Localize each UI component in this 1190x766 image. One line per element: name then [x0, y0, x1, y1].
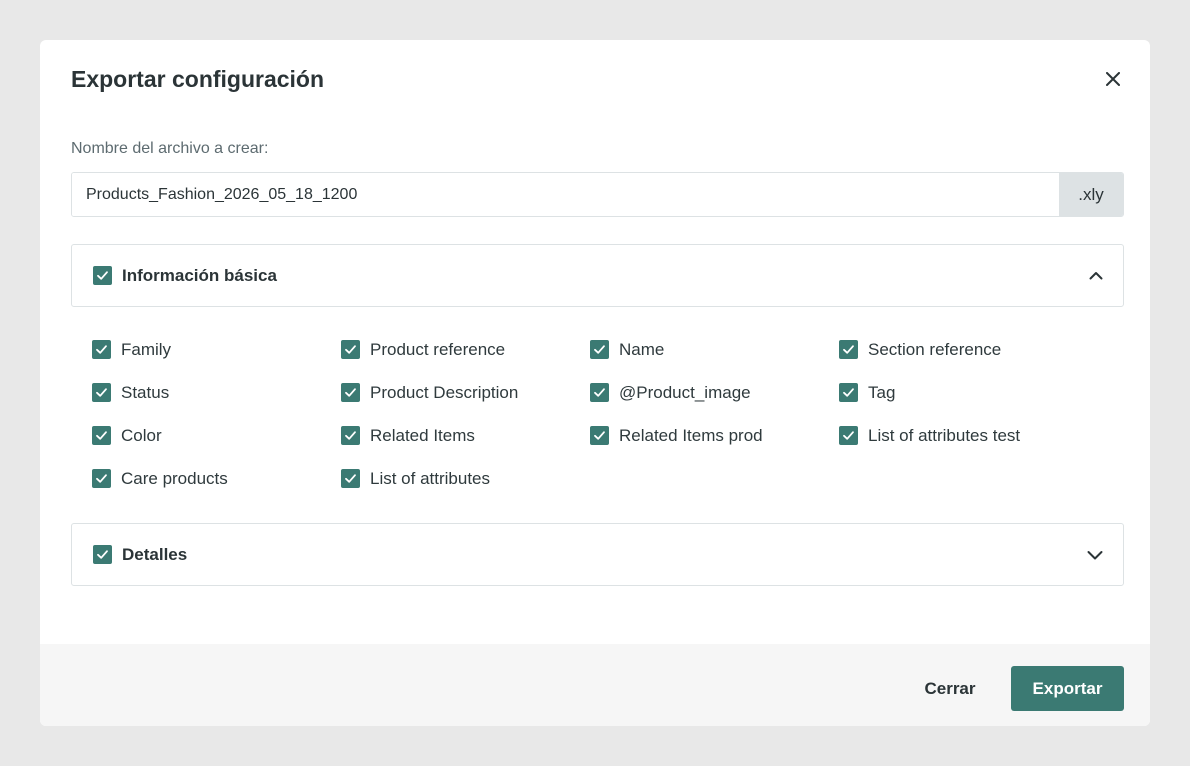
close-icon [1106, 72, 1120, 86]
field-label: @Product_image [619, 382, 751, 402]
filename-input[interactable] [72, 173, 1059, 216]
checkmark-icon [594, 431, 605, 440]
field-checkbox[interactable] [590, 340, 609, 359]
chevron-down-icon[interactable] [1087, 550, 1103, 560]
checkmark-icon [97, 550, 108, 559]
field-label: Status [121, 382, 170, 402]
section-informacion-basica-checkbox[interactable] [93, 266, 112, 285]
checkmark-icon [96, 431, 107, 440]
field-item-related-items[interactable]: Related Items [341, 426, 590, 445]
export-config-modal: Exportar configuración Nombre del archiv… [40, 40, 1150, 726]
field-item-section-reference[interactable]: Section reference [839, 340, 1088, 359]
checkmark-icon [96, 345, 107, 354]
section-informacion-basica-title: Información básica [122, 265, 277, 285]
field-checkbox[interactable] [590, 383, 609, 402]
section-informacion-basica-left: Información básica [93, 266, 277, 286]
field-checkbox[interactable] [839, 340, 858, 359]
field-label: Related Items prod [619, 425, 763, 445]
checkmark-icon [843, 431, 854, 440]
checkmark-icon [96, 474, 107, 483]
field-checkbox[interactable] [92, 383, 111, 402]
section-detalles-checkbox[interactable] [93, 545, 112, 564]
section-informacion-basica-header[interactable]: Información básica [71, 244, 1124, 307]
field-item-name[interactable]: Name [590, 340, 839, 359]
field-checkbox[interactable] [341, 426, 360, 445]
field-item-product-reference[interactable]: Product reference [341, 340, 590, 359]
field-label: List of attributes test [868, 425, 1021, 445]
checkmark-icon [345, 431, 356, 440]
checkmark-icon [345, 474, 356, 483]
field-label: Care products [121, 468, 228, 488]
close-button[interactable] [1102, 68, 1124, 90]
field-label: Section reference [868, 339, 1002, 359]
field-item-color[interactable]: Color [92, 426, 341, 445]
filename-label: Nombre del archivo a crear: [71, 140, 269, 157]
modal-title: Exportar configuración [71, 65, 325, 92]
field-checkbox[interactable] [341, 383, 360, 402]
checkmark-icon [594, 388, 605, 397]
filename-extension: .xly [1059, 173, 1123, 216]
field-checkbox[interactable] [92, 340, 111, 359]
field-label: Family [121, 339, 172, 359]
field-item-care-products[interactable]: Care products [92, 469, 341, 488]
field-item-list-of-attributes[interactable]: List of attributes [341, 469, 590, 488]
field-label: Product reference [370, 339, 506, 359]
field-checkbox[interactable] [839, 383, 858, 402]
field-item-product-image[interactable]: @Product_image [590, 383, 839, 402]
modal-header: Exportar configuración [71, 64, 1124, 94]
field-item-related-items-prod[interactable]: Related Items prod [590, 426, 839, 445]
field-label: Tag [868, 382, 896, 402]
field-label: Related Items [370, 425, 475, 445]
filename-input-group: .xly [71, 172, 1124, 217]
section-detalles-left: Detalles [93, 545, 187, 565]
field-checkbox[interactable] [92, 426, 111, 445]
field-label: List of attributes [370, 468, 491, 488]
field-checkbox[interactable] [590, 426, 609, 445]
field-checkbox[interactable] [341, 469, 360, 488]
checkmark-icon [345, 345, 356, 354]
section-detalles-title: Detalles [122, 544, 188, 564]
checkmark-icon [97, 271, 108, 280]
checkmark-icon [843, 345, 854, 354]
modal-footer: Cerrar Exportar [40, 644, 1150, 726]
checkmark-icon [345, 388, 356, 397]
field-item-product-description[interactable]: Product Description [341, 383, 590, 402]
chevron-up-icon[interactable] [1089, 271, 1103, 280]
field-checkbox[interactable] [839, 426, 858, 445]
field-checkbox[interactable] [92, 469, 111, 488]
checkmark-icon [594, 345, 605, 354]
field-item-tag[interactable]: Tag [839, 383, 1088, 402]
exportar-button[interactable]: Exportar [1011, 666, 1124, 711]
field-label: Product Description [370, 382, 519, 402]
cerrar-button[interactable]: Cerrar [902, 666, 998, 711]
field-label: Color [121, 425, 162, 445]
fields-grid: Family Product reference Name Section re… [92, 340, 1092, 488]
checkmark-icon [843, 388, 854, 397]
field-item-status[interactable]: Status [92, 383, 341, 402]
field-item-list-of-attributes-test[interactable]: List of attributes test [839, 426, 1088, 445]
section-detalles-header[interactable]: Detalles [71, 523, 1124, 586]
field-item-family[interactable]: Family [92, 340, 341, 359]
checkmark-icon [96, 388, 107, 397]
field-label: Name [619, 339, 665, 359]
field-checkbox[interactable] [341, 340, 360, 359]
